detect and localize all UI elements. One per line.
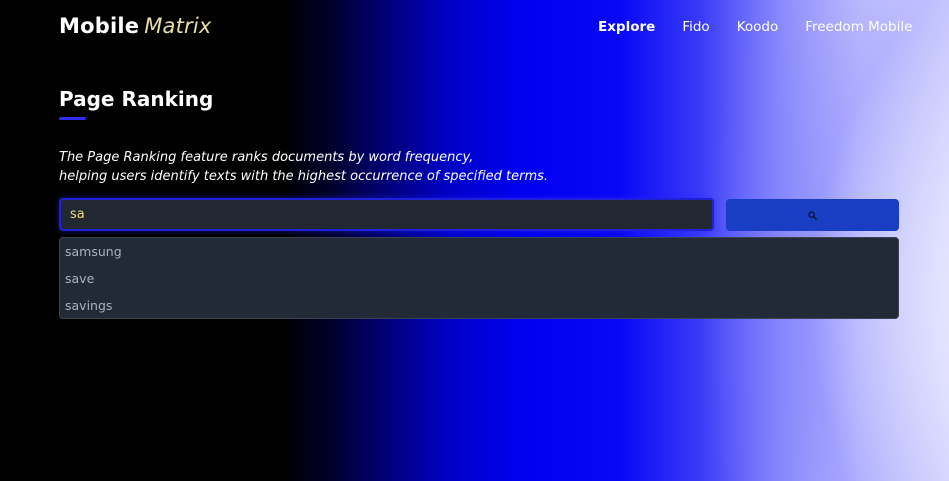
- title-underline: [59, 117, 86, 120]
- description-line-1: The Page Ranking feature ranks documents…: [59, 150, 474, 165]
- description-line-2: helping users identify texts with the hi…: [59, 169, 549, 184]
- page-title: Page Ranking: [59, 87, 214, 111]
- suggestion-item-savings[interactable]: savings: [60, 292, 898, 319]
- site-logo[interactable]: Mobile Matrix: [59, 14, 212, 38]
- nav-link-fido[interactable]: Fido: [682, 19, 709, 35]
- logo-main-text: Mobile: [59, 14, 140, 38]
- search-button[interactable]: [726, 199, 899, 231]
- logo-accent-text: Matrix: [144, 14, 212, 38]
- nav-link-freedom-mobile[interactable]: Freedom Mobile: [805, 19, 912, 35]
- nav-link-explore[interactable]: Explore: [598, 19, 655, 35]
- search-input[interactable]: [61, 200, 712, 229]
- nav-link-koodo[interactable]: Koodo: [737, 19, 779, 35]
- autocomplete-dropdown: samsung save savings: [59, 237, 899, 319]
- suggestion-item-samsung[interactable]: samsung: [60, 238, 898, 265]
- search-field: [59, 198, 714, 231]
- search-icon: [808, 208, 817, 223]
- main-nav: Explore Fido Koodo Freedom Mobile: [598, 19, 912, 35]
- page-description: The Page Ranking feature ranks documents…: [59, 148, 548, 186]
- suggestion-item-save[interactable]: save: [60, 265, 898, 292]
